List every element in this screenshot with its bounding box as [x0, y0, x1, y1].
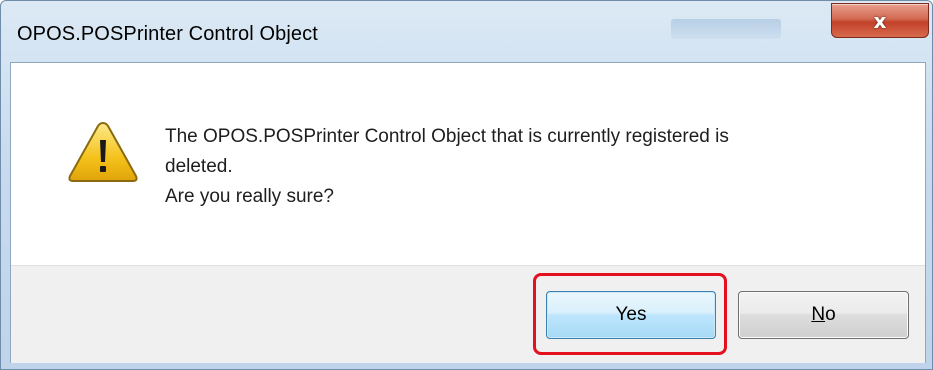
message-line: deleted.: [165, 156, 233, 177]
dialog-message: The OPOS.POSPrinter Control Object that …: [165, 122, 905, 212]
close-button[interactable]: x: [831, 3, 929, 38]
no-button-mnemonic: N: [811, 304, 826, 325]
title-bar[interactable]: OPOS.POSPrinter Control Object: [1, 1, 932, 61]
close-icon: x: [873, 8, 887, 33]
dialog-window: OPOS.POSPrinter Control Object x The OPO…: [0, 0, 933, 370]
message-line: The OPOS.POSPrinter Control Object that …: [165, 126, 729, 147]
message-area: The OPOS.POSPrinter Control Object that …: [11, 63, 925, 265]
message-line: Are you really sure?: [165, 186, 334, 207]
yes-button-label: Yes: [615, 304, 647, 325]
title-bar-glare: [671, 19, 781, 39]
no-button-visible-label: No: [811, 304, 835, 326]
no-button-label-rest: o: [825, 304, 836, 325]
window-title: OPOS.POSPrinter Control Object: [17, 23, 318, 45]
yes-button[interactable]: Yes: [546, 291, 716, 339]
no-button[interactable]: No No: [738, 291, 909, 339]
warning-icon: [68, 121, 138, 182]
